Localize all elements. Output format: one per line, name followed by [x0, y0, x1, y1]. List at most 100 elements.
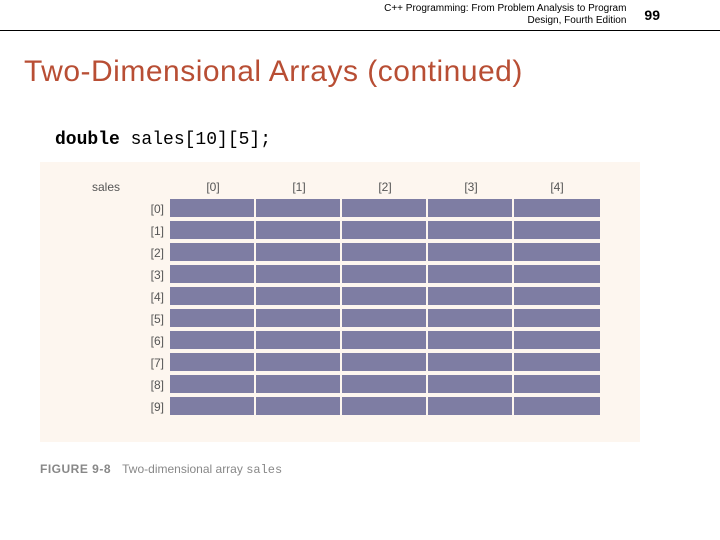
slide: C++ Programming: From Problem Analysis t… [0, 0, 720, 540]
cells [170, 309, 600, 329]
page-number: 99 [644, 7, 660, 23]
cells [170, 243, 600, 263]
row-header: [8] [130, 378, 170, 392]
array-cell [170, 287, 256, 307]
array-cell [256, 309, 342, 329]
array-cell [256, 243, 342, 263]
column-header-row: sales [0] [1] [2] [3] [4] [70, 180, 610, 194]
code-declaration: double sales[10][5]; [55, 130, 680, 150]
array-cell [428, 243, 514, 263]
array-cell [428, 375, 514, 395]
row-header: [6] [130, 334, 170, 348]
book-title-line1: C++ Programming: From Problem Analysis t… [384, 3, 626, 15]
array-row: [3] [70, 264, 610, 286]
code-keyword: double [55, 130, 120, 150]
row-header: [4] [130, 290, 170, 304]
rowlabel-spacer [130, 180, 170, 194]
row-header: [7] [130, 356, 170, 370]
array-row: [9] [70, 396, 610, 418]
header-bar: C++ Programming: From Problem Analysis t… [0, 0, 720, 30]
array-cell [428, 353, 514, 373]
col-header: [2] [342, 180, 428, 194]
array-cell [170, 353, 256, 373]
array-row: [2] [70, 242, 610, 264]
col-header: [3] [428, 180, 514, 194]
array-cell [342, 397, 428, 417]
array-cell [428, 287, 514, 307]
array-cell [514, 353, 600, 373]
array-cell [256, 397, 342, 417]
col-header: [1] [256, 180, 342, 194]
row-header: [1] [130, 224, 170, 238]
array-cell [342, 353, 428, 373]
cells [170, 375, 600, 395]
array-cell [256, 265, 342, 285]
figure-text: Two-dimensional array [122, 462, 246, 476]
cells [170, 221, 600, 241]
array-cell [514, 265, 600, 285]
array-diagram: sales [0] [1] [2] [3] [4] [0] [1] [40, 162, 640, 442]
array-cell [514, 199, 600, 219]
figure-caption: FIGURE 9-8 Two-dimensional array sales [40, 462, 680, 477]
figure-code-word: sales [246, 463, 282, 477]
cells [170, 353, 600, 373]
array-cell [170, 221, 256, 241]
array-cell [342, 287, 428, 307]
array-cell [428, 397, 514, 417]
slide-heading: Two-Dimensional Arrays (continued) [24, 55, 523, 89]
code-rest: sales[10][5]; [120, 130, 271, 150]
array-cell [428, 331, 514, 351]
array-cell [170, 331, 256, 351]
cells [170, 199, 600, 219]
array-cell [428, 265, 514, 285]
array-cell [342, 309, 428, 329]
array-cell [428, 221, 514, 241]
array-cell [256, 221, 342, 241]
row-header: [3] [130, 268, 170, 282]
array-cell [170, 375, 256, 395]
array-cell [342, 221, 428, 241]
array-cell [342, 331, 428, 351]
array-cell [428, 309, 514, 329]
array-row: [6] [70, 330, 610, 352]
array-cell [170, 265, 256, 285]
array-cell [342, 375, 428, 395]
array-cell [342, 199, 428, 219]
array-name-label: sales [70, 180, 130, 194]
cells [170, 331, 600, 351]
cells [170, 265, 600, 285]
array-cell [256, 287, 342, 307]
array-cell [256, 199, 342, 219]
array-row: [5] [70, 308, 610, 330]
array-cell [256, 353, 342, 373]
array-row: [0] [70, 198, 610, 220]
figure-number: FIGURE 9-8 [40, 462, 111, 476]
array-cell [514, 331, 600, 351]
array-cell [342, 243, 428, 263]
array-cell [256, 331, 342, 351]
col-header: [4] [514, 180, 600, 194]
array-row: [7] [70, 352, 610, 374]
row-header: [9] [130, 400, 170, 414]
array-cell [170, 397, 256, 417]
array-cell [514, 309, 600, 329]
array-cell [342, 265, 428, 285]
book-title: C++ Programming: From Problem Analysis t… [384, 3, 626, 27]
array-cell [514, 397, 600, 417]
col-header: [0] [170, 180, 256, 194]
array-cell [428, 199, 514, 219]
row-header: [0] [130, 202, 170, 216]
array-cell [514, 287, 600, 307]
array-cell [514, 221, 600, 241]
row-header: [2] [130, 246, 170, 260]
array-cell [256, 375, 342, 395]
array-cell [170, 243, 256, 263]
row-header: [5] [130, 312, 170, 326]
array-cell [170, 199, 256, 219]
array-cell [514, 375, 600, 395]
cells [170, 397, 600, 417]
array-row: [8] [70, 374, 610, 396]
array-cell [514, 243, 600, 263]
book-title-line2: Design, Fourth Edition [384, 15, 626, 27]
array-row: [4] [70, 286, 610, 308]
